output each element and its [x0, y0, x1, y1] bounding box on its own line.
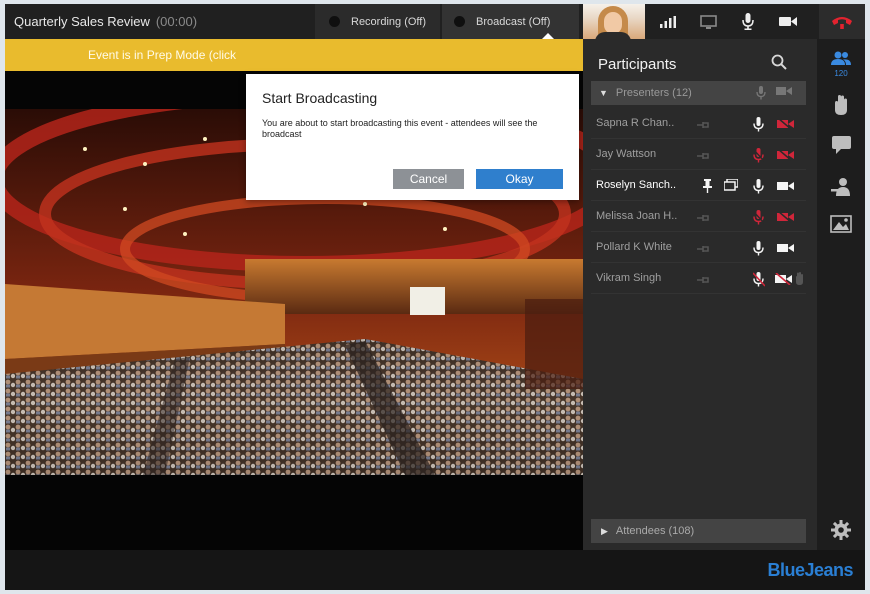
screen-share-icon[interactable]: [723, 178, 739, 197]
participant-row[interactable]: Vikram Singh: [591, 264, 806, 294]
okay-button[interactable]: Okay: [476, 169, 563, 189]
start-broadcast-dialog: Start Broadcasting You are about to star…: [246, 74, 579, 200]
participant-row[interactable]: Sapna R Chan..: [591, 109, 806, 139]
meeting-title: Quarterly Sales Review (00:00): [14, 14, 197, 29]
participant-row[interactable]: Pollard K White: [591, 233, 806, 263]
dialog-title: Start Broadcasting: [262, 90, 378, 106]
attendees-label: Attendees (108): [615, 525, 695, 537]
image-icon: [830, 215, 852, 238]
settings-button[interactable]: [817, 520, 865, 545]
participant-name: Pollard K White: [596, 241, 672, 253]
microphone-icon[interactable]: [753, 241, 764, 261]
camera-icon[interactable]: [769, 4, 807, 39]
participant-name: Vikram Singh: [596, 272, 662, 284]
participant-row[interactable]: Melissa Joan H..: [591, 202, 806, 232]
participant-name: Melissa Joan H..: [596, 210, 678, 222]
pin-icon[interactable]: [697, 272, 710, 290]
presenter-icon: [831, 178, 851, 201]
self-view-avatar[interactable]: [583, 4, 645, 39]
pin-icon[interactable]: [697, 210, 710, 228]
recording-button[interactable]: Recording (Off): [315, 4, 440, 39]
video-muted-icon[interactable]: [777, 210, 794, 228]
bluejeans-logo: BlueJeans: [767, 560, 853, 580]
meeting-timer: (00:00): [155, 14, 198, 29]
participant-name: Roselyn Sanch..: [596, 179, 677, 191]
cancel-button[interactable]: Cancel: [393, 169, 464, 189]
microphone-icon[interactable]: [729, 4, 767, 39]
broadcast-status-dot: [454, 16, 465, 27]
pin-icon[interactable]: [697, 241, 710, 259]
participants-tab[interactable]: 120: [817, 51, 865, 78]
app-window: Quarterly Sales Review (00:00) Recording …: [5, 4, 865, 590]
screen-share-icon[interactable]: [689, 4, 727, 39]
meeting-title-text: Quarterly Sales Review: [14, 14, 150, 29]
main-stage: Event is in Prep Mode (click Start Broad…: [5, 39, 583, 550]
camera-icon[interactable]: [777, 241, 794, 259]
chat-icon: [831, 136, 851, 159]
recording-label: Recording (Off): [351, 15, 426, 28]
chevron-down-icon: ▼: [599, 88, 608, 98]
end-call-icon[interactable]: [819, 4, 865, 39]
participants-count: 120: [834, 69, 848, 78]
chat-tab[interactable]: [817, 136, 865, 159]
video-self-muted-icon[interactable]: [775, 272, 792, 290]
media-tab[interactable]: [817, 215, 865, 238]
microphone-icon[interactable]: [753, 179, 764, 199]
recording-status-dot: [329, 16, 340, 27]
participant-name: Jay Wattson: [596, 148, 657, 160]
chevron-right-icon: ▶: [601, 525, 608, 536]
signal-icon[interactable]: [649, 4, 687, 39]
attendees-group-header[interactable]: ▶ Attendees (108): [591, 519, 806, 543]
participant-name: Sapna R Chan..: [596, 117, 675, 129]
broadcast-button[interactable]: Broadcast (Off): [442, 4, 579, 39]
gear-icon: [831, 520, 851, 545]
search-icon[interactable]: [771, 54, 787, 75]
microphone-muted-icon[interactable]: [752, 148, 766, 168]
presenters-group-header[interactable]: ▼ Presenters (12): [591, 81, 806, 105]
group-mic-icon[interactable]: [756, 86, 766, 103]
prep-mode-text: Event is in Prep Mode (click: [88, 48, 237, 62]
group-camera-icon[interactable]: [776, 86, 792, 103]
right-rail: 120: [817, 39, 865, 550]
camera-icon[interactable]: [777, 179, 794, 197]
bottom-bar: BlueJeans: [5, 550, 865, 590]
pin-icon[interactable]: [697, 148, 710, 166]
participants-title: Participants: [598, 56, 677, 73]
microphone-muted-icon[interactable]: [752, 210, 766, 230]
presenters-label: Presenters (12): [615, 87, 692, 99]
microphone-self-muted-icon[interactable]: [752, 272, 766, 292]
video-muted-icon[interactable]: [777, 148, 794, 166]
microphone-icon[interactable]: [753, 117, 764, 137]
hand-icon: [833, 95, 849, 120]
raised-hand-icon: [795, 272, 804, 290]
prep-mode-banner[interactable]: Event is in Prep Mode (click: [5, 39, 583, 71]
participant-row[interactable]: Jay Wattson: [591, 140, 806, 170]
raise-hand-tab[interactable]: [817, 95, 865, 120]
video-muted-icon[interactable]: [777, 117, 794, 135]
presenter-tab[interactable]: [817, 178, 865, 201]
dialog-message: You are about to start broadcasting this…: [262, 118, 538, 139]
pin-icon[interactable]: [697, 117, 710, 135]
participant-row[interactable]: Roselyn Sanch..: [591, 171, 806, 201]
broadcast-label: Broadcast (Off): [476, 15, 551, 28]
top-bar: Quarterly Sales Review (00:00) Recording …: [5, 4, 865, 39]
pinned-icon[interactable]: [703, 179, 712, 198]
people-icon: [831, 51, 851, 70]
participants-panel: Participants ▼ Presenters (12) Sapna R C…: [583, 39, 817, 550]
